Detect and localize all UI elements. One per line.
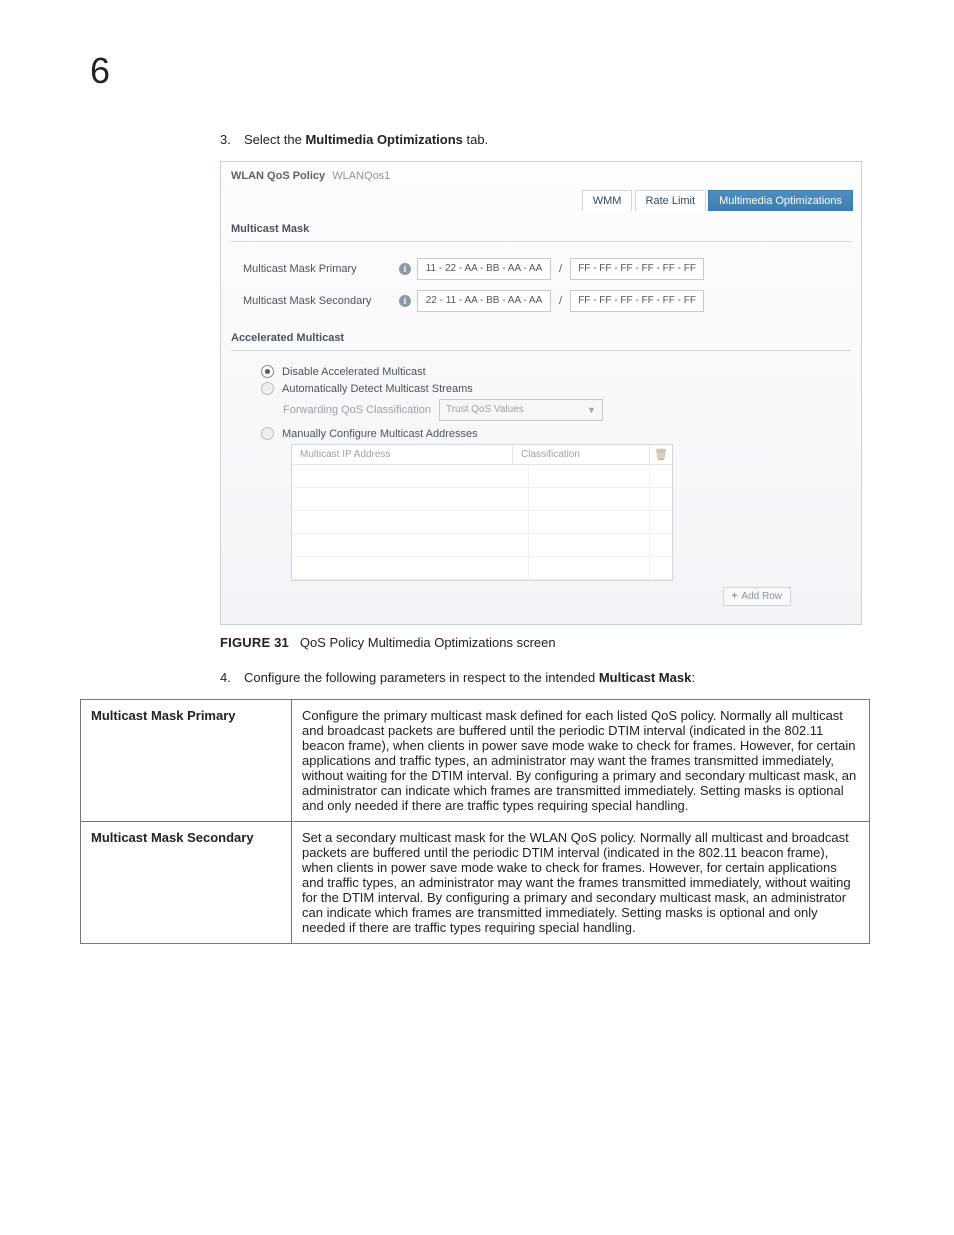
- radio-auto-detect[interactable]: Automatically Detect Multicast Streams: [261, 382, 851, 395]
- info-icon[interactable]: i: [399, 295, 411, 307]
- step-3-number: 3.: [220, 132, 244, 147]
- tab-row: WMM Rate Limit Multimedia Optimizations: [221, 190, 861, 217]
- row-1-name: Multicast Mask Primary: [81, 700, 292, 822]
- add-row-button[interactable]: + Add Row: [723, 587, 791, 606]
- table-row: Multicast Mask Secondary Set a secondary…: [81, 822, 870, 944]
- multicast-mask-primary-label: Multicast Mask Primary: [243, 263, 393, 275]
- multicast-mask-primary-mac[interactable]: 11 - 22 - AA - BB - AA - AA: [417, 258, 551, 280]
- radio-icon: [261, 382, 274, 395]
- tab-rate-limit[interactable]: Rate Limit: [635, 190, 707, 211]
- forwarding-qos-label: Forwarding QoS Classification: [283, 404, 431, 416]
- step-4-text: Configure the following parameters in re…: [244, 670, 695, 685]
- grid-col-classification: Classification: [513, 445, 650, 464]
- table-row: Multicast Mask Primary Configure the pri…: [81, 700, 870, 822]
- table-row: [292, 534, 672, 557]
- radio-disable-accel[interactable]: Disable Accelerated Multicast: [261, 365, 851, 378]
- multicast-mask-secondary-mac[interactable]: 22 - 11 - AA - BB - AA - AA: [417, 290, 551, 312]
- forwarding-qos-row: Forwarding QoS Classification Trust QoS …: [283, 399, 851, 421]
- step-3: 3. Select the Multimedia Optimizations t…: [220, 132, 884, 147]
- panel-title: WLAN QoS Policy WLANQos1: [221, 162, 861, 190]
- multicast-mask-primary-row: Multicast Mask Primary i 11 - 22 - AA - …: [243, 258, 851, 280]
- multicast-mask-secondary-label: Multicast Mask Secondary: [243, 295, 393, 307]
- table-row: [292, 465, 672, 488]
- step-4-number: 4.: [220, 670, 244, 685]
- tab-wmm[interactable]: WMM: [582, 190, 633, 211]
- row-1-desc: Configure the primary multicast mask def…: [292, 700, 870, 822]
- multicast-mask-secondary-mask[interactable]: FF - FF - FF - FF - FF - FF: [570, 290, 704, 312]
- grid-col-ip: Multicast IP Address: [292, 445, 513, 464]
- step-4: 4. Configure the following parameters in…: [220, 670, 884, 685]
- trash-icon[interactable]: 🗑: [654, 448, 668, 461]
- radio-manual-configure[interactable]: Manually Configure Multicast Addresses: [261, 427, 851, 440]
- step-3-text: Select the Multimedia Optimizations tab.: [244, 132, 488, 147]
- multicast-address-grid: Multicast IP Address Classification 🗑: [291, 444, 673, 581]
- qos-policy-panel: WLAN QoS Policy WLANQos1 WMM Rate Limit …: [220, 161, 862, 625]
- multicast-mask-secondary-row: Multicast Mask Secondary i 22 - 11 - AA …: [243, 290, 851, 312]
- plus-icon: +: [732, 591, 738, 602]
- radio-icon: [261, 365, 274, 378]
- multicast-mask-primary-mask[interactable]: FF - FF - FF - FF - FF - FF: [570, 258, 704, 280]
- multicast-mask-description-table: Multicast Mask Primary Configure the pri…: [80, 699, 870, 944]
- chevron-down-icon: ▼: [587, 403, 596, 417]
- chapter-number: 6: [90, 50, 894, 92]
- row-2-desc: Set a secondary multicast mask for the W…: [292, 822, 870, 944]
- accelerated-multicast-legend: Accelerated Multicast: [231, 332, 851, 344]
- row-2-name: Multicast Mask Secondary: [81, 822, 292, 944]
- table-row: [292, 511, 672, 534]
- info-icon[interactable]: i: [399, 263, 411, 275]
- table-row: [292, 557, 672, 580]
- multicast-mask-legend: Multicast Mask: [231, 223, 851, 235]
- figure-caption: FIGURE 31 QoS Policy Multimedia Optimiza…: [220, 635, 884, 650]
- table-row: [292, 488, 672, 511]
- forwarding-qos-select[interactable]: Trust QoS Values ▼: [439, 399, 603, 421]
- radio-icon: [261, 427, 274, 440]
- tab-multimedia-optimizations[interactable]: Multimedia Optimizations: [708, 190, 853, 211]
